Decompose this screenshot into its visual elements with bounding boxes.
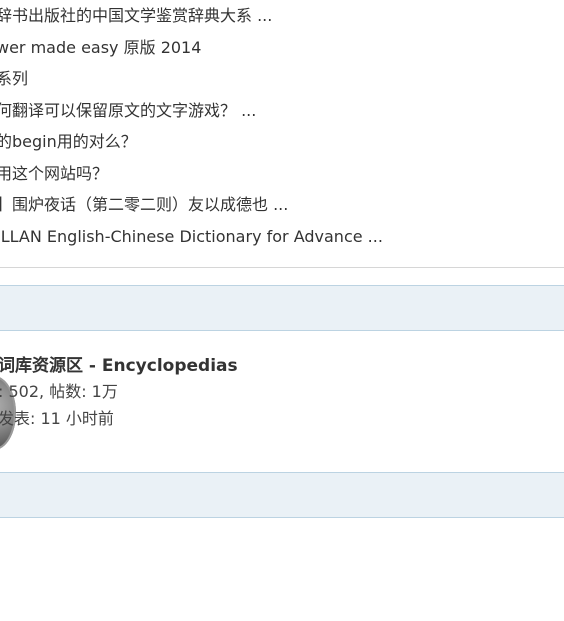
thread-link[interactable]: 辞书出版社的中国文学鉴赏辞典大系 ... <box>0 0 564 32</box>
thread-link[interactable]: ILLAN English-Chinese Dictionary for Adv… <box>0 221 564 253</box>
thread-item[interactable]: 用这个网站吗？ <box>0 158 564 190</box>
thread-item[interactable]: 】围炉夜话（第二零二则）友以成德也 ... <box>0 189 564 221</box>
forum-stats: : 502, 帖数: 1万 <box>0 382 118 401</box>
forum-row: 词库资源区 - Encyclopedias : 502, 帖数: 1万 发表: … <box>0 346 564 456</box>
forum-title-link[interactable]: 词库资源区 - Encyclopedias <box>0 351 238 376</box>
thread-link[interactable]: 的begin用的对么？ <box>0 126 564 158</box>
thread-link[interactable]: 】围炉夜话（第二零二则）友以成德也 ... <box>0 189 564 221</box>
thread-link[interactable]: 用这个网站吗？ <box>0 158 564 190</box>
thread-item[interactable]: 何翻译可以保留原文的文字游戏？ ... <box>0 95 564 127</box>
thread-item[interactable]: 辞书出版社的中国文学鉴赏辞典大系 ... <box>0 0 564 32</box>
category-header-bar <box>0 472 564 518</box>
category-header-bar <box>0 285 564 331</box>
forum-page: 辞书出版社的中国文学鉴赏辞典大系 ... wer made easy 原版 20… <box>0 0 564 621</box>
thread-item[interactable]: ILLAN English-Chinese Dictionary for Adv… <box>0 221 564 253</box>
forum-last-post: 发表: 11 小时前 <box>0 409 114 428</box>
section-divider <box>0 267 564 268</box>
thread-item[interactable]: 的begin用的对么？ <box>0 126 564 158</box>
recent-threads-list: 辞书出版社的中国文学鉴赏辞典大系 ... wer made easy 原版 20… <box>0 0 564 252</box>
thread-item[interactable]: 系列 <box>0 63 564 95</box>
thread-link[interactable]: 何翻译可以保留原文的文字游戏？ ... <box>0 95 564 127</box>
thread-link[interactable]: wer made easy 原版 2014 <box>0 32 564 64</box>
thread-item[interactable]: wer made easy 原版 2014 <box>0 32 564 64</box>
thread-link[interactable]: 系列 <box>0 63 564 95</box>
